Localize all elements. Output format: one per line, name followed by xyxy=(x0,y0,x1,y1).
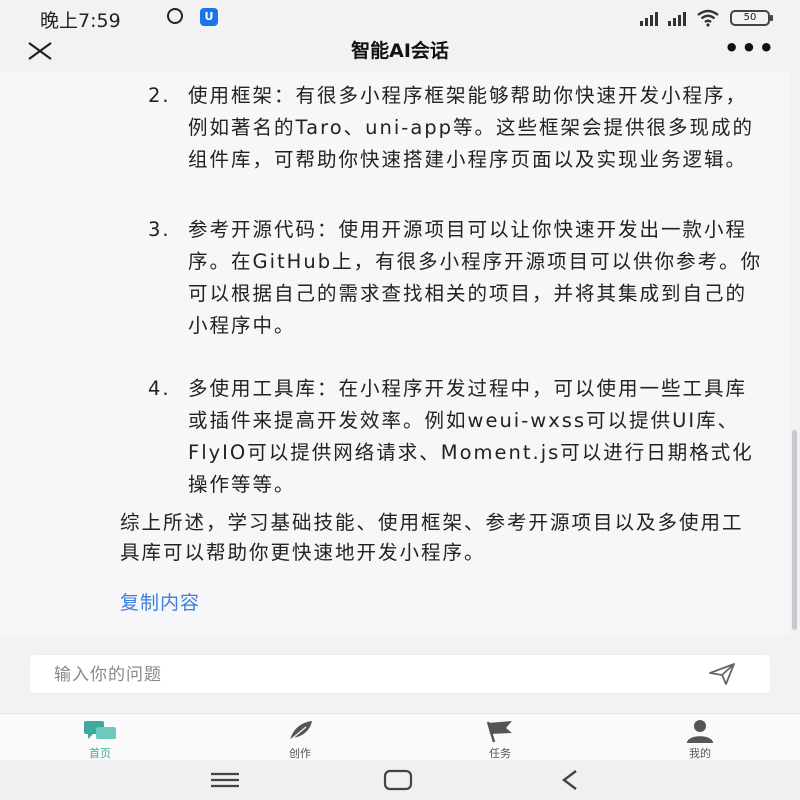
wifi-icon xyxy=(697,9,719,27)
list-item-text: 多使用工具库：在小程序开发过程中，可以使用一些工具库或插件来提高开发效率。例如w… xyxy=(188,377,754,496)
tab-create[interactable]: 创作 xyxy=(260,714,340,761)
tab-label: 我的 xyxy=(689,747,711,760)
more-options-button[interactable]: ••• xyxy=(724,34,776,62)
list-item-number: 4. xyxy=(148,377,171,400)
question-input[interactable] xyxy=(52,655,696,695)
chat-bubbles-icon xyxy=(84,721,116,739)
list-item-number: 3. xyxy=(148,218,171,241)
flag-icon xyxy=(486,721,512,743)
list-item-number: 2. xyxy=(148,84,171,107)
home-icon[interactable] xyxy=(378,766,418,794)
system-navigation-bar xyxy=(0,760,800,800)
page-title: 智能AI会话 xyxy=(351,40,449,62)
list-item-text: 使用框架：有很多小程序框架能够帮助你快速开发小程序，例如著名的Taro、uni-… xyxy=(188,84,755,171)
shield-app-icon: U xyxy=(200,8,218,26)
tab-label: 创作 xyxy=(289,747,311,760)
list-item-text: 参考开源代码：使用开源项目可以让你快速开发出一款小程序。在GitHub上，有很多… xyxy=(188,218,763,337)
back-icon[interactable] xyxy=(550,766,590,794)
tab-home[interactable]: 首页 xyxy=(60,714,140,761)
tab-bar: 首页 创作 任务 我的 xyxy=(0,713,800,761)
menu-icon[interactable] xyxy=(205,766,245,794)
tab-tasks[interactable]: 任务 xyxy=(460,714,540,761)
person-icon xyxy=(687,720,713,743)
feather-icon xyxy=(287,721,312,743)
question-input-box xyxy=(30,655,770,695)
summary-text: 综上所述，学习基础技能、使用框架、参考开源项目以及多使用工具库可以帮助你更快速地… xyxy=(120,511,744,564)
tab-label: 任务 xyxy=(489,747,511,760)
input-area xyxy=(0,635,800,713)
status-indicators: 50 xyxy=(640,8,773,28)
alarm-clock-icon xyxy=(167,8,183,24)
status-bar: 晚上7:59 U 50 xyxy=(0,0,800,34)
signal-strength-icon xyxy=(640,10,658,26)
copy-content-link[interactable]: 复制内容 xyxy=(120,588,200,615)
tab-profile[interactable]: 我的 xyxy=(660,714,740,761)
battery-icon: 50 xyxy=(730,10,773,26)
navigation-bar: 智能AI会话 ••• xyxy=(0,34,800,72)
scrollbar[interactable] xyxy=(792,430,797,630)
signal-strength-2-icon xyxy=(668,10,686,26)
chat-content[interactable]: 2. 使用框架：有很多小程序框架能够帮助你快速开发小程序，例如著名的Taro、u… xyxy=(0,72,790,635)
status-time: 晚上7:59 xyxy=(40,10,121,32)
tab-label: 首页 xyxy=(89,747,111,760)
send-icon[interactable] xyxy=(708,662,736,686)
